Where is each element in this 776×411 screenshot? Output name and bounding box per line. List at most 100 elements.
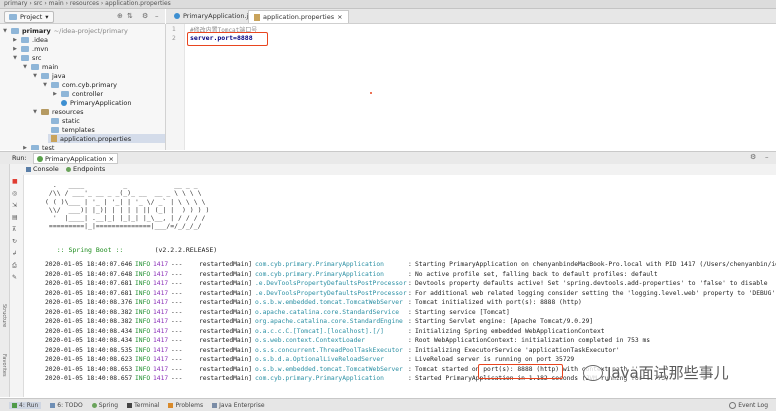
endpoints-icon xyxy=(66,166,71,172)
tree-node-idea[interactable]: ▶ .idea xyxy=(12,35,48,44)
log-msg: Starting Servlet engine: [Apache Tomcat/… xyxy=(415,318,594,325)
tree-label: primary xyxy=(22,26,51,35)
package-icon xyxy=(51,81,59,88)
tab-label: Endpoints xyxy=(73,165,106,173)
tree-node-primary[interactable]: ▼ primary ~/idea-project/primary xyxy=(2,26,128,35)
camera-icon[interactable]: ◎ xyxy=(12,190,17,197)
log-logger: .e.DevToolsPropertyDefaultsPostProcessor xyxy=(255,289,407,297)
tree-node-primary-application[interactable]: PrimaryApplication xyxy=(61,98,131,107)
pin-icon[interactable]: ⊼ xyxy=(12,226,16,233)
log-separator: : xyxy=(408,337,412,344)
log-thread: restartedMain] xyxy=(199,299,253,306)
tree-node-mvn[interactable]: ▶ .mvn xyxy=(12,44,48,53)
code-editor[interactable] xyxy=(185,24,776,150)
locate-icon[interactable]: ⊕ xyxy=(117,12,123,20)
structure-tool-label[interactable]: Structure xyxy=(1,304,7,327)
print-icon[interactable]: ⎙ xyxy=(12,262,17,270)
log-thread: restartedMain] xyxy=(199,337,253,344)
collapsed-arrow-icon[interactable]: ▶ xyxy=(12,46,18,52)
log-separator: --- xyxy=(171,289,183,297)
log-separator: --- xyxy=(171,356,183,363)
exit-icon[interactable]: ⇲ xyxy=(12,202,17,209)
tab-application-properties[interactable]: application.properties × xyxy=(248,10,349,23)
tree-label: test xyxy=(42,143,55,151)
collapsed-arrow-icon[interactable]: ▶ xyxy=(12,37,18,43)
tree-node-src[interactable]: ▼ src xyxy=(12,53,41,62)
expand-arrow-icon[interactable]: ▼ xyxy=(12,55,18,61)
expand-arrow-icon[interactable]: ▼ xyxy=(32,109,38,115)
tool-event-log[interactable]: Event Log xyxy=(729,401,768,409)
log-ts: 2020-01-05 18:40:08.434 xyxy=(45,337,133,344)
tab-endpoints[interactable]: Endpoints xyxy=(66,165,105,173)
collapsed-arrow-icon[interactable]: ▶ xyxy=(52,91,58,97)
log-msg: No active profile set, falling back to d… xyxy=(415,270,658,278)
log-logger: o.a.c.c.C.[Tomcat].[localhost].[/] xyxy=(255,327,384,335)
tree-label: PrimaryApplication xyxy=(70,98,132,107)
tree-node-java[interactable]: ▼ java xyxy=(32,71,66,80)
spring-boot-version-line: :: Spring Boot :: (v2.2.2.RELEASE) xyxy=(45,238,217,254)
project-view-dropdown[interactable]: Project ▾ xyxy=(4,11,54,23)
tool-problems[interactable]: Problems xyxy=(168,402,203,409)
window-title-bar: primary › src › main › resources › appli… xyxy=(0,0,776,9)
collapse-all-icon[interactable]: ⇅ xyxy=(127,12,133,20)
tree-label: static xyxy=(62,116,80,125)
chevron-down-icon: ▾ xyxy=(45,13,49,21)
rerun-icon[interactable]: ↻ xyxy=(12,238,17,245)
module-icon xyxy=(11,27,19,34)
clear-icon[interactable]: ✎ xyxy=(12,274,17,281)
close-icon[interactable]: × xyxy=(108,155,113,163)
tree-node-package[interactable]: ▼ com.cyb.primary xyxy=(42,80,117,89)
expand-arrow-icon[interactable]: ▼ xyxy=(22,64,28,70)
gear-icon[interactable]: ⚙ xyxy=(142,12,148,20)
tool-label: 6: TODO xyxy=(57,401,83,409)
tool-label: Terminal xyxy=(134,401,160,409)
log-level: INFO xyxy=(135,270,151,278)
stop-icon[interactable]: ■ xyxy=(12,178,18,185)
log-pid: 1417 xyxy=(153,365,169,373)
tree-label: java xyxy=(52,71,66,80)
log-thread: restartedMain] xyxy=(199,270,253,278)
log-level: INFO xyxy=(135,308,151,316)
log-thread: restartedMain] xyxy=(199,327,253,335)
log-thread: restartedMain] xyxy=(199,356,253,363)
log-ts: 2020-01-05 18:40:07.681 xyxy=(45,289,133,297)
tool-java-enterprise[interactable]: Java Enterprise xyxy=(212,402,265,409)
log-pid: 1417 xyxy=(153,261,169,268)
tree-node-test[interactable]: ▶ test xyxy=(22,143,54,150)
log-pid: 1417 xyxy=(153,308,169,316)
expand-arrow-icon[interactable]: ▼ xyxy=(32,73,38,79)
log-ts: 2020-01-05 18:40:07.646 xyxy=(45,261,133,268)
terminal-icon xyxy=(127,402,133,408)
favorites-tool-label[interactable]: Favorites xyxy=(1,354,7,377)
layout-icon[interactable]: ▤ xyxy=(12,214,18,221)
tree-node-resources[interactable]: ▼ resources xyxy=(32,107,83,116)
log-msg: Root WebApplicationContext: initializati… xyxy=(415,337,651,344)
log-separator: : xyxy=(408,270,412,278)
tool-spring[interactable]: Spring xyxy=(91,402,118,409)
expand-arrow-icon[interactable]: ▼ xyxy=(42,82,48,88)
tree-node-main[interactable]: ▼ main xyxy=(22,62,58,71)
tab-console[interactable]: Console xyxy=(26,165,59,173)
hide-panel-icon[interactable]: – xyxy=(155,12,159,20)
expand-arrow-icon[interactable]: ▼ xyxy=(2,28,8,34)
run-config-tab[interactable]: PrimaryApplication × xyxy=(33,153,118,164)
log-msg: Initializing ExecutorService 'applicatio… xyxy=(415,346,620,354)
log-ts: 2020-01-05 18:40:07.681 xyxy=(45,280,133,287)
hide-panel-icon[interactable]: – xyxy=(765,153,769,161)
tree-node-controller[interactable]: ▶ controller xyxy=(52,89,103,98)
tool-terminal[interactable]: Terminal xyxy=(127,402,159,409)
tree-node-application-properties[interactable]: application.properties xyxy=(48,134,165,143)
tree-node-templates[interactable]: templates xyxy=(51,125,95,134)
close-icon[interactable]: × xyxy=(337,13,342,21)
collapsed-arrow-icon[interactable]: ▶ xyxy=(22,145,28,151)
log-thread: restartedMain] xyxy=(199,375,253,382)
tool-todo[interactable]: 6: TODO xyxy=(50,401,83,409)
log-level: INFO xyxy=(135,356,151,363)
tool-run[interactable]: 4: Run xyxy=(9,401,42,409)
tree-node-static[interactable]: static xyxy=(51,116,80,125)
folder-icon xyxy=(31,63,39,70)
soft-wrap-icon[interactable]: ↲ xyxy=(12,250,17,257)
tree-label: .mvn xyxy=(32,44,49,53)
gear-icon[interactable]: ⚙ xyxy=(750,153,756,161)
java-class-icon xyxy=(174,13,180,19)
